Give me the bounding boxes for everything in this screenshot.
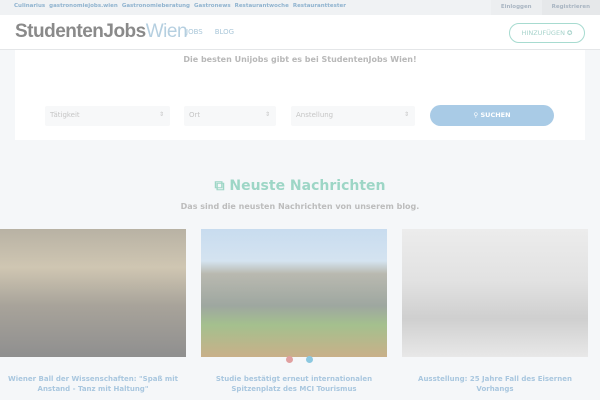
logo[interactable]: StudentenJobsWien	[15, 21, 188, 43]
select-arrows-icon: ⇕	[158, 111, 164, 118]
login-link[interactable]: Einloggen	[490, 0, 542, 15]
top-bar: Culinarius gastronomiejobs.wien Gastrono…	[0, 0, 600, 15]
news-card-title[interactable]: Ausstellung: 25 Jahre Fall des Eisernen …	[402, 374, 588, 394]
exhibition-image[interactable]	[402, 229, 588, 357]
news-heading: ⧉ Neuste Nachrichten	[0, 178, 600, 194]
select-arrows-icon: ⇕	[403, 111, 409, 118]
news-card[interactable]: Wiener Ball der Wissenschaften: "Spaß mi…	[0, 229, 186, 393]
search-button[interactable]: ⚲ SUCHEN	[430, 105, 554, 126]
nav-blog[interactable]: BLOG	[215, 28, 234, 36]
news-title: Neuste Nachrichten	[229, 178, 386, 194]
logo-bold: StudentenJobs	[15, 21, 146, 42]
logo-light: Wien	[145, 21, 188, 42]
carousel-dot-active[interactable]	[306, 356, 313, 363]
carousel-dot[interactable]	[286, 356, 293, 363]
activity-select[interactable]: Tätigkeit ⇕	[45, 106, 170, 126]
register-link[interactable]: Registrieren	[541, 0, 600, 15]
activity-label: Tätigkeit	[50, 111, 80, 119]
partner-link[interactable]: Restauranttester	[293, 3, 346, 9]
news-subtitle: Das sind die neusten Nachrichten von uns…	[180, 202, 420, 211]
location-select[interactable]: Ort ⇕	[184, 106, 276, 126]
select-arrows-icon: ⇕	[264, 111, 270, 118]
campus-image[interactable]	[201, 229, 387, 357]
partner-link[interactable]: Gastronews	[194, 3, 231, 9]
search-label: SUCHEN	[480, 111, 511, 119]
partner-link[interactable]: Gastronomieberatung	[122, 3, 190, 9]
add-button[interactable]: HINZUFÜGEN ✪	[509, 23, 585, 43]
nav-jobs[interactable]: JOBS	[186, 28, 203, 36]
search-panel: Die besten Unijobs gibt es bei Studenten…	[15, 50, 585, 140]
news-card-title[interactable]: Studie bestätigt erneut internationalen …	[201, 374, 387, 394]
partner-link[interactable]: Culinarius	[14, 3, 45, 9]
employment-select[interactable]: Anstellung ⇕	[291, 106, 415, 126]
news-card-title[interactable]: Wiener Ball der Wissenschaften: "Spaß mi…	[0, 374, 186, 394]
news-card[interactable]: Studie bestätigt erneut internationalen …	[201, 229, 387, 393]
partner-links: Culinarius gastronomiejobs.wien Gastrono…	[14, 3, 346, 9]
partner-link[interactable]: gastronomiejobs.wien	[49, 3, 118, 9]
newspaper-icon: ⧉	[214, 178, 230, 194]
partner-link[interactable]: Restaurantwoche	[235, 3, 289, 9]
employment-label: Anstellung	[296, 111, 334, 119]
tagline: Die besten Unijobs gibt es bei Studenten…	[183, 55, 417, 64]
location-label: Ort	[189, 111, 201, 119]
header: StudentenJobsWien JOBS BLOG HINZUFÜGEN ✪	[0, 15, 600, 50]
news-card[interactable]: Ausstellung: 25 Jahre Fall des Eisernen …	[402, 229, 588, 393]
ballroom-image[interactable]	[0, 229, 186, 357]
